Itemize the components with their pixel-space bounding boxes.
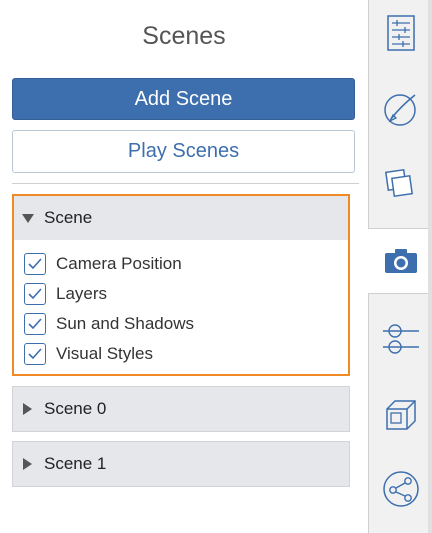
scene-item-scene-0[interactable]: Scene 0 (12, 386, 350, 432)
option-label: Camera Position (56, 254, 182, 273)
window-edge (428, 0, 432, 533)
checkbox-checked-icon[interactable] (24, 343, 46, 365)
solid-tools-icon[interactable] (369, 382, 432, 448)
add-scene-button[interactable]: Add Scene (12, 78, 355, 120)
expand-triangle-icon[interactable] (22, 213, 34, 223)
entity-info-icon[interactable] (369, 0, 432, 66)
scene-item-expanded[interactable]: Scene Camera Position Layers Sun and Sha… (12, 194, 350, 376)
option-label: Layers (56, 284, 108, 303)
scene-header[interactable]: Scene (14, 196, 348, 240)
scene-name: Scene 0 (44, 399, 107, 418)
option-visual-styles[interactable]: Visual Styles (24, 342, 153, 366)
option-label: Visual Styles (56, 344, 154, 363)
panel-title: Scenes (142, 22, 226, 50)
components-icon[interactable] (369, 150, 432, 216)
scene-name: Scene (44, 208, 93, 227)
checkbox-checked-icon[interactable] (24, 283, 46, 305)
tray-sidebar (368, 0, 432, 533)
checkbox-checked-icon[interactable] (24, 253, 46, 275)
play-scenes-button[interactable]: Play Scenes (12, 130, 355, 173)
option-camera-position[interactable]: Camera Position (24, 252, 182, 276)
scene-name: Scene 1 (44, 454, 107, 473)
option-label: Sun and Shadows (56, 314, 194, 333)
scenes-icon[interactable] (368, 228, 432, 294)
styles-icon[interactable] (369, 306, 432, 372)
materials-icon[interactable] (369, 76, 432, 142)
option-sun-and-shadows[interactable]: Sun and Shadows (24, 312, 194, 336)
collapse-triangle-icon[interactable] (23, 403, 32, 415)
scenes-panel: Scenes Add Scene Play Scenes Scene Camer… (0, 0, 368, 533)
scene-item-scene-1[interactable]: Scene 1 (12, 441, 350, 487)
option-layers[interactable]: Layers (24, 282, 107, 306)
checkbox-checked-icon[interactable] (24, 313, 46, 335)
collapse-triangle-icon[interactable] (23, 458, 32, 470)
divider (12, 183, 359, 184)
share-icon[interactable] (369, 456, 432, 522)
